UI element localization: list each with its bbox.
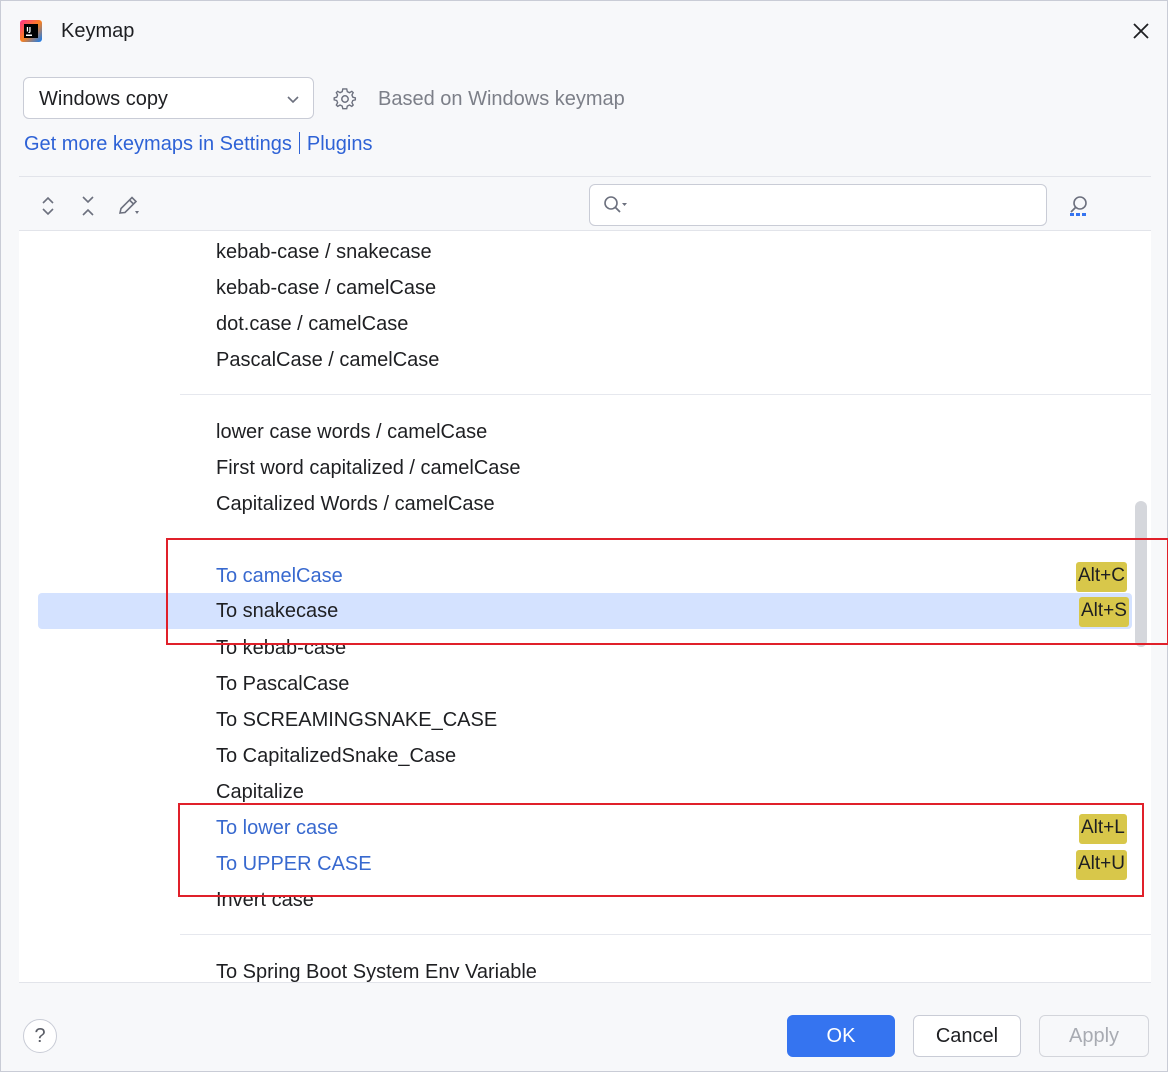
group-separator (180, 394, 1151, 395)
apply-button[interactable]: Apply (1039, 1015, 1149, 1057)
tree-row-label: To Spring Boot System Env Variable (216, 961, 537, 983)
title-bar: IJ Keymap (1, 1, 1167, 63)
actions-tree[interactable]: kebab-case / snakecase kebab-case / came… (19, 230, 1151, 983)
tree-row[interactable]: To PascalCase (19, 666, 1151, 702)
tree-row-label: To camelCase (216, 565, 343, 587)
shortcut-badge: Alt+C (1076, 562, 1127, 592)
edit-shortcut-icon[interactable] (115, 193, 141, 219)
tree-row-label: To UPPER CASE (216, 853, 372, 875)
tree-row-label: kebab-case / camelCase (216, 277, 437, 299)
based-on-text: Based on Windows keymap (378, 88, 625, 110)
tree-row-label: To lower case (216, 817, 339, 839)
tree-row-label: To CapitalizedSnake_Case (216, 745, 457, 767)
tree-row-label: First word capitalized / camelCase (216, 457, 521, 479)
divider (19, 176, 1151, 177)
keymap-links: Get more keymaps in Settings Plugins (24, 132, 373, 156)
search-icon (604, 196, 627, 213)
tree-row-label: kebab-case / snakecase (216, 241, 432, 263)
shortcut-badge: Alt+U (1076, 850, 1127, 880)
cancel-button[interactable]: Cancel (913, 1015, 1021, 1057)
tree-row[interactable]: Invert case (19, 882, 1151, 918)
shortcut-badge: Alt+S (1079, 597, 1129, 627)
tree-row[interactable]: To lower case Alt+L (19, 810, 1151, 846)
keymap-dropdown-value: Windows copy (39, 88, 168, 110)
tree-row-label: Capitalize (216, 781, 304, 803)
tree-row[interactable]: Capitalize (19, 774, 1151, 810)
group-separator (180, 934, 1151, 935)
tree-row[interactable]: dot.case / camelCase (19, 306, 1151, 342)
tree-row[interactable]: kebab-case / camelCase (19, 270, 1151, 306)
find-by-shortcut-icon[interactable] (1066, 193, 1092, 219)
tree-row[interactable]: kebab-case / snakecase (19, 234, 1151, 270)
tree-row-label: To snakecase (216, 600, 339, 622)
tree-row-label: dot.case / camelCase (216, 313, 409, 335)
link-separator (298, 132, 300, 154)
gear-icon[interactable] (333, 87, 357, 111)
tree-row-selected[interactable]: To snakecase Alt+S (38, 593, 1132, 629)
tree-row-label: Invert case (216, 889, 314, 911)
tree-row[interactable]: To UPPER CASE Alt+U (19, 846, 1151, 882)
tree-row[interactable]: lower case words / camelCase (19, 414, 1151, 450)
shortcut-badge: Alt+L (1079, 814, 1127, 844)
search-input[interactable] (634, 191, 1034, 219)
collapse-all-icon[interactable] (75, 193, 101, 219)
chevron-down-icon (287, 96, 299, 104)
expand-all-icon[interactable] (35, 193, 61, 219)
tree-row[interactable]: PascalCase / camelCase (19, 342, 1151, 378)
tree-row[interactable]: First word capitalized / camelCase (19, 450, 1151, 486)
window-title: Keymap (61, 20, 135, 42)
svg-text:IJ: IJ (26, 26, 31, 34)
tree-row-label: Capitalized Words / camelCase (216, 493, 495, 515)
help-button[interactable]: ? (23, 1019, 57, 1053)
tree-row-label: To kebab-case (216, 637, 347, 659)
tree-row[interactable]: To SCREAMINGSNAKE_CASE (19, 702, 1151, 738)
tree-row-label: lower case words / camelCase (216, 421, 488, 443)
tree-row[interactable]: To CapitalizedSnake_Case (19, 738, 1151, 774)
tree-row[interactable]: To camelCase Alt+C (19, 558, 1151, 594)
tree-row[interactable]: To kebab-case (19, 630, 1151, 666)
plugins-link[interactable]: Plugins (307, 133, 373, 155)
get-more-keymaps-link[interactable]: Get more keymaps in Settings (24, 133, 292, 155)
keymap-dropdown[interactable]: Windows copy (23, 77, 314, 119)
ok-button[interactable]: OK (787, 1015, 895, 1057)
keymap-dialog: IJ Keymap Windows copy Based on Windows … (0, 0, 1168, 1072)
tree-row-label: To PascalCase (216, 673, 350, 695)
tree-row-label: PascalCase / camelCase (216, 349, 440, 371)
close-icon[interactable] (1129, 19, 1153, 43)
search-field[interactable] (589, 184, 1047, 226)
tree-scrollbar[interactable] (1135, 501, 1147, 647)
tree-row[interactable]: To Spring Boot System Env Variable (19, 954, 1151, 983)
intellij-idea-logo-icon: IJ (20, 20, 42, 42)
tree-row-label: To SCREAMINGSNAKE_CASE (216, 709, 498, 731)
tree-row[interactable]: Capitalized Words / camelCase (19, 486, 1151, 522)
